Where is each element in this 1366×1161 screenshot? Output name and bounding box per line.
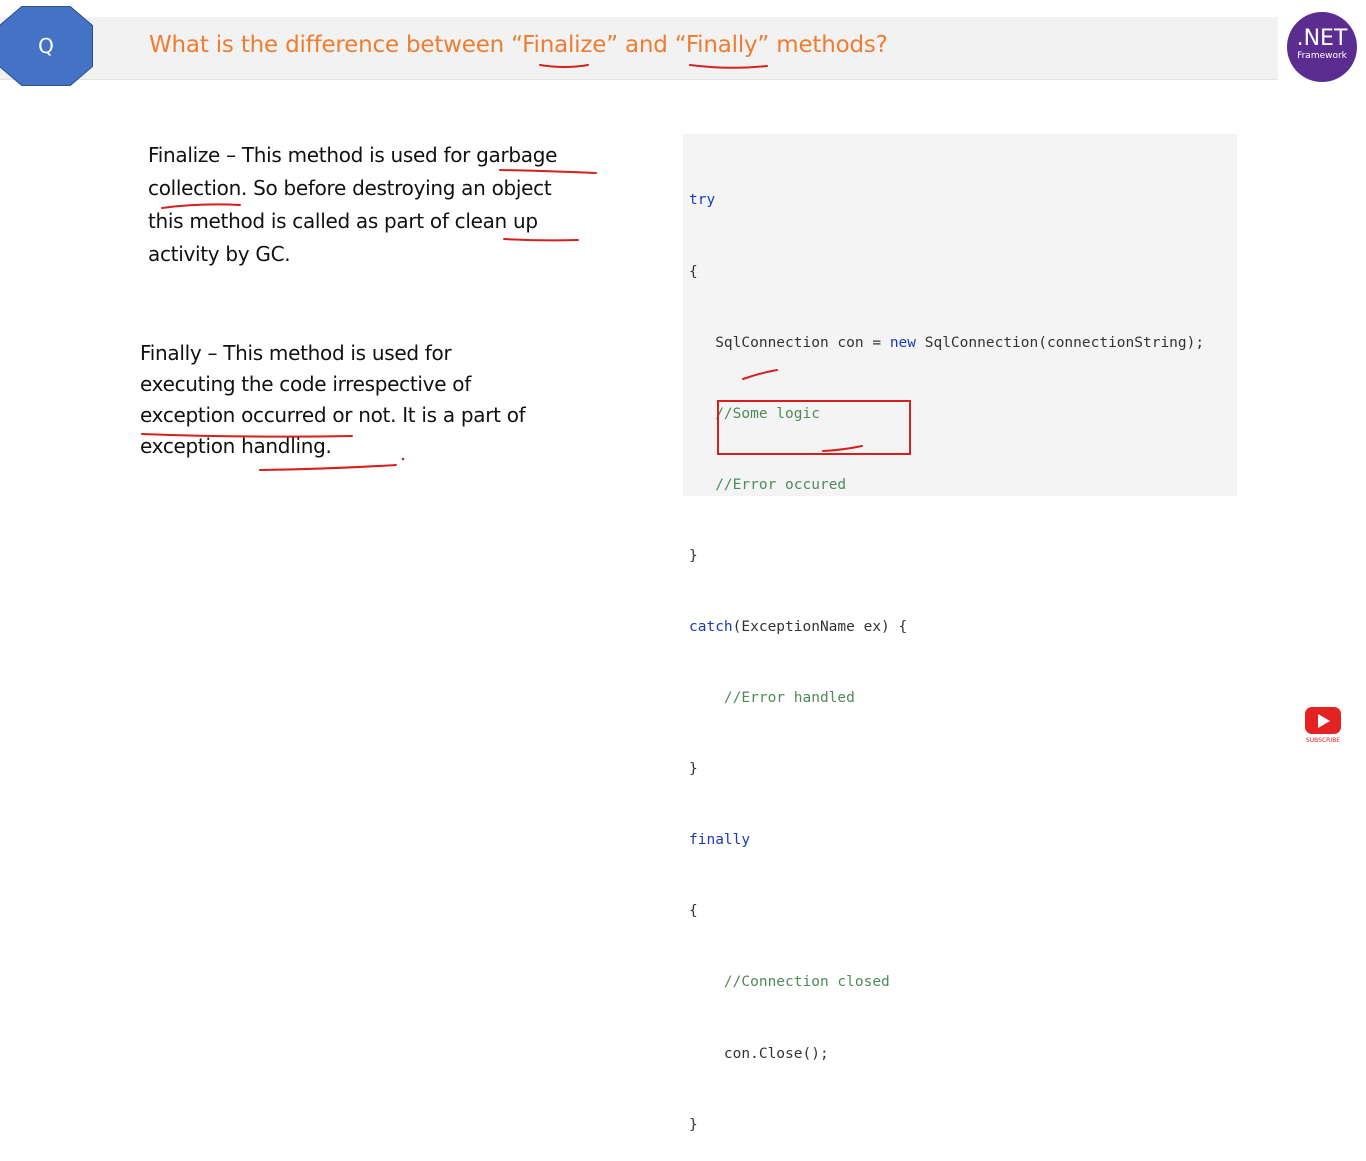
code-line-close-brace-3: } — [689, 1114, 1204, 1138]
finally-line-3: exception occurred or not. It is a part … — [140, 403, 526, 427]
comment-error-occured: //Error occured — [715, 476, 847, 493]
code-line-comment-closed: //Connection closed — [689, 971, 1204, 995]
code-stmt-suffix: SqlConnection(connectionString); — [916, 334, 1205, 351]
question-badge: Q — [0, 7, 92, 85]
brace: } — [689, 761, 698, 778]
keyword-new: new — [889, 334, 917, 351]
code-catch-rest: (ExceptionName ex) { — [732, 618, 908, 635]
brace: { — [689, 263, 698, 280]
code-close-call: con.Close(); — [723, 1045, 829, 1062]
finalize-description: Finalize – This method is used for garba… — [148, 139, 618, 271]
subscribe-button[interactable]: SUBSCRIBE — [1304, 707, 1342, 745]
code-line-sqlconnection: SqlConnection con = new SqlConnection(co… — [689, 332, 1204, 356]
finalize-line-3: this method is called as part of clean u… — [148, 209, 538, 233]
finalize-line-1: Finalize – This method is used for garba… — [148, 143, 558, 167]
dotnet-logo-text: .NET — [1296, 26, 1348, 51]
dotnet-framework-logo: .NET Framework — [1287, 12, 1357, 82]
finally-line-4: exception handling. — [140, 434, 332, 458]
comment-connection-closed: //Connection closed — [723, 974, 890, 991]
brace: { — [689, 903, 698, 920]
comment-error-handled: //Error handled — [723, 690, 855, 707]
code-line-open-brace-3: { — [689, 900, 1204, 924]
brace: } — [689, 547, 698, 564]
finally-description: Finally – This method is used for execut… — [140, 338, 580, 462]
code-line-close-call: con.Close(); — [689, 1043, 1204, 1067]
code-line-catch: catch(ExceptionName ex) { — [689, 616, 1204, 640]
keyword-catch: catch — [689, 618, 733, 635]
code-stmt-prefix: SqlConnection con = — [715, 334, 890, 351]
code-line-finally: finally — [689, 829, 1204, 853]
finalize-line-4: activity by GC. — [148, 242, 291, 266]
brace: } — [689, 1116, 698, 1133]
underline-handling — [259, 464, 397, 471]
subscribe-label: SUBSCRIBE — [1305, 737, 1341, 744]
code-line-comment-handled: //Error handled — [689, 687, 1204, 711]
slide-title: What is the difference between “Finalize… — [149, 32, 888, 58]
question-badge-label: Q — [38, 34, 54, 58]
keyword-try: try — [689, 192, 716, 209]
keyword-finally: finally — [689, 832, 751, 849]
code-line-close-brace: } — [689, 545, 1204, 569]
code-line-close-brace-2: } — [689, 758, 1204, 782]
finally-line-2: executing the code irrespective of — [140, 372, 471, 396]
code-block: try { SqlConnection con = new SqlConnect… — [689, 142, 1204, 1161]
finalize-line-2: collection. So before destroying an obje… — [148, 176, 552, 200]
dotnet-logo-subtext: Framework — [1297, 51, 1347, 61]
code-line-open-brace: { — [689, 261, 1204, 285]
code-line-try: try — [689, 189, 1204, 213]
code-line-comment-error: //Error occured — [689, 474, 1204, 498]
finally-line-1: Finally – This method is used for — [140, 341, 452, 365]
youtube-play-icon — [1305, 707, 1341, 734]
highlight-box-finally-body — [717, 400, 911, 455]
